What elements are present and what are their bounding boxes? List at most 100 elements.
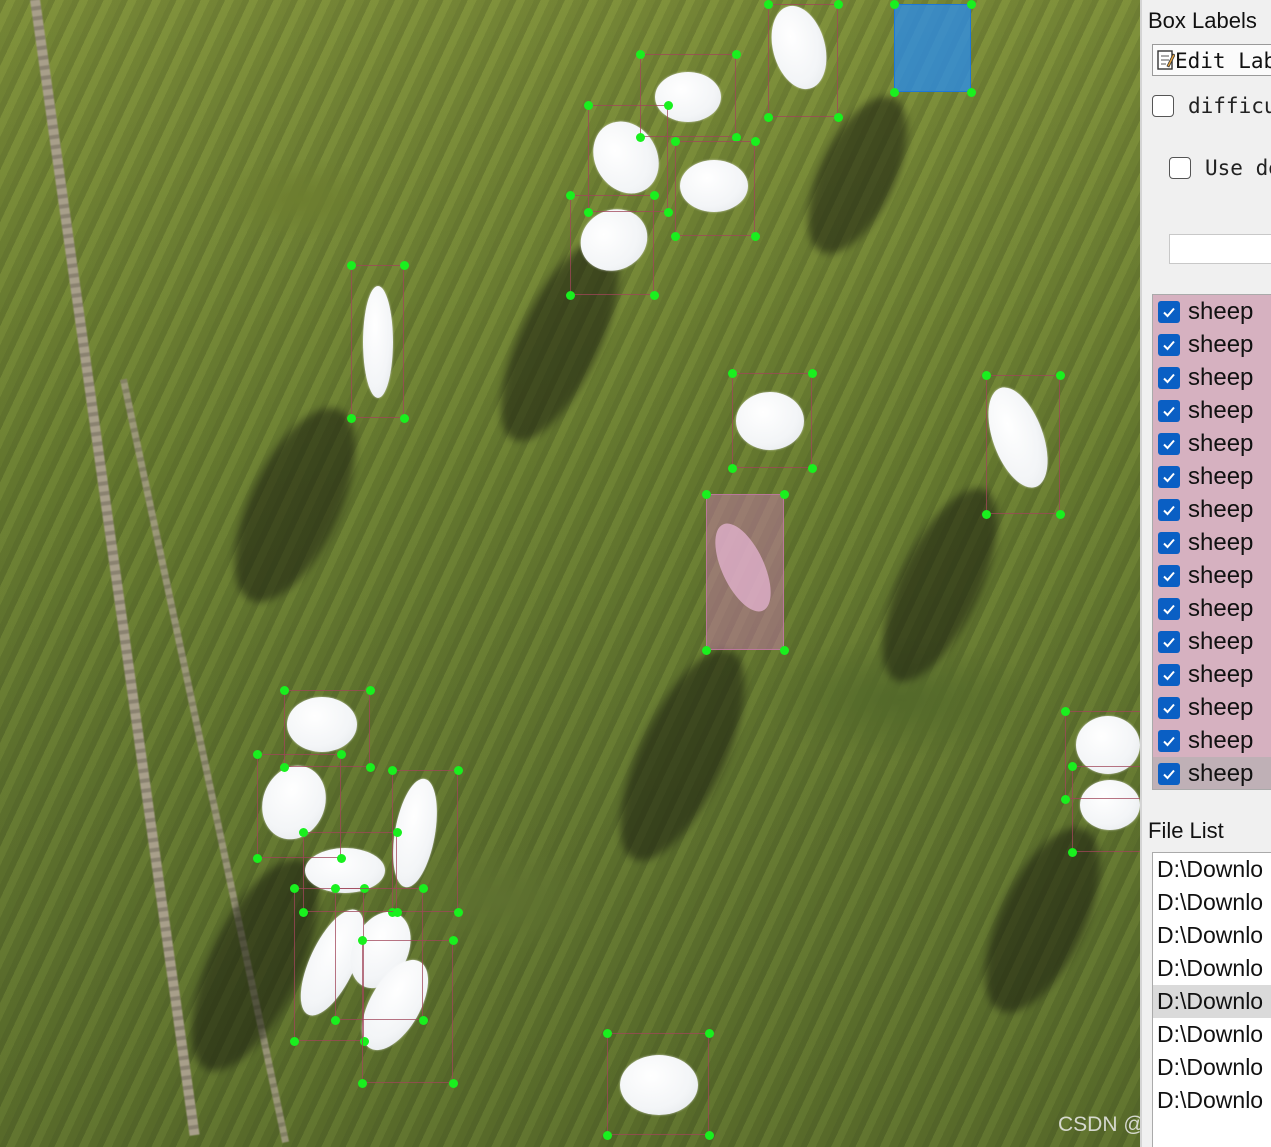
file-list-item[interactable]: D:\Downlo <box>1153 952 1271 985</box>
label-list-item[interactable]: sheep <box>1153 592 1271 625</box>
checkbox-checked-icon[interactable] <box>1158 498 1180 521</box>
vertex-handle[interactable] <box>566 291 575 300</box>
vertex-handle[interactable] <box>705 1029 714 1038</box>
vertex-handle[interactable] <box>1061 795 1070 804</box>
checkbox-checked-icon[interactable] <box>1158 432 1180 455</box>
vertex-handle[interactable] <box>808 464 817 473</box>
vertex-handle[interactable] <box>702 646 711 655</box>
checkbox-checked-icon[interactable] <box>1158 696 1180 719</box>
checkbox-checked-icon[interactable] <box>1158 663 1180 686</box>
vertex-handle[interactable] <box>671 137 680 146</box>
vertex-handle[interactable] <box>780 490 789 499</box>
vertex-handle[interactable] <box>808 369 817 378</box>
vertex-handle[interactable] <box>449 1079 458 1088</box>
file-list-item[interactable]: D:\Downlo <box>1153 853 1271 886</box>
vertex-handle[interactable] <box>732 50 741 59</box>
vertex-handle[interactable] <box>664 101 673 110</box>
vertex-handle[interactable] <box>454 766 463 775</box>
vertex-handle[interactable] <box>299 828 308 837</box>
bounding-box[interactable] <box>362 940 453 1083</box>
checkbox-checked-icon[interactable] <box>1158 366 1180 389</box>
checkbox-checked-icon[interactable] <box>1158 630 1180 653</box>
vertex-handle[interactable] <box>834 0 843 9</box>
vertex-handle[interactable] <box>671 232 680 241</box>
label-list-item[interactable]: sheep <box>1153 691 1271 724</box>
bounding-box[interactable] <box>675 141 755 236</box>
vertex-handle[interactable] <box>664 208 673 217</box>
vertex-handle[interactable] <box>366 686 375 695</box>
label-list-item[interactable]: sheep <box>1153 658 1271 691</box>
file-list-item[interactable]: D:\Downlo <box>1153 1051 1271 1084</box>
vertex-handle[interactable] <box>1068 762 1077 771</box>
file-list[interactable]: D:\Downlo D:\Downlo D:\Downlo D:\Downlo D:\D… <box>1152 852 1271 1147</box>
label-list[interactable]: sheep sheep sheep sheep sheep sheep sheep sheep… <box>1152 294 1271 790</box>
vertex-handle[interactable] <box>280 686 289 695</box>
vertex-handle[interactable] <box>890 0 899 9</box>
checkbox-checked-icon[interactable] <box>1158 762 1180 785</box>
vertex-handle[interactable] <box>764 0 773 9</box>
vertex-handle[interactable] <box>358 1079 367 1088</box>
vertex-handle[interactable] <box>764 113 773 122</box>
edit-label-button[interactable]: Edit Lab <box>1152 44 1271 76</box>
label-list-item[interactable]: sheep <box>1153 526 1271 559</box>
label-list-item[interactable]: sheep <box>1153 427 1271 460</box>
label-list-item[interactable]: sheep <box>1153 625 1271 658</box>
checkbox-checked-icon[interactable] <box>1158 465 1180 488</box>
vertex-handle[interactable] <box>890 88 899 97</box>
vertex-handle[interactable] <box>331 1016 340 1025</box>
vertex-handle[interactable] <box>253 854 262 863</box>
label-list-item[interactable]: sheep <box>1153 559 1271 592</box>
vertex-handle[interactable] <box>728 464 737 473</box>
vertex-handle[interactable] <box>347 414 356 423</box>
label-list-item[interactable]: sheep <box>1153 295 1271 328</box>
bounding-box[interactable] <box>768 4 838 117</box>
file-list-item[interactable]: D:\Downlo <box>1153 886 1271 919</box>
vertex-handle[interactable] <box>566 191 575 200</box>
selected-bounding-box[interactable] <box>894 4 971 92</box>
vertex-handle[interactable] <box>290 884 299 893</box>
vertex-handle[interactable] <box>331 884 340 893</box>
bounding-box[interactable] <box>351 265 404 418</box>
vertex-handle[interactable] <box>454 908 463 917</box>
label-list-item[interactable]: sheep <box>1153 724 1271 757</box>
bounding-box[interactable] <box>607 1033 709 1135</box>
bounding-box[interactable] <box>732 373 812 468</box>
vertex-handle[interactable] <box>967 0 976 9</box>
checkbox-checked-icon[interactable] <box>1158 564 1180 587</box>
vertex-handle[interactable] <box>388 766 397 775</box>
checkbox-checked-icon[interactable] <box>1158 531 1180 554</box>
vertex-handle[interactable] <box>780 646 789 655</box>
vertex-handle[interactable] <box>366 763 375 772</box>
vertex-handle[interactable] <box>584 101 593 110</box>
vertex-handle[interactable] <box>449 936 458 945</box>
vertex-handle[interactable] <box>1056 510 1065 519</box>
vertex-handle[interactable] <box>400 261 409 270</box>
vertex-handle[interactable] <box>636 50 645 59</box>
vertex-handle[interactable] <box>982 510 991 519</box>
image-canvas[interactable]: CSDN @王哈哈^_^ <box>0 0 1140 1147</box>
vertex-handle[interactable] <box>253 750 262 759</box>
label-list-item[interactable]: sheep <box>1153 394 1271 427</box>
checkbox-checked-icon[interactable] <box>1158 597 1180 620</box>
label-list-item[interactable]: sheep <box>1153 361 1271 394</box>
file-list-item[interactable]: D:\Downlo <box>1153 985 1271 1018</box>
vertex-handle[interactable] <box>751 137 760 146</box>
checkbox-checked-icon[interactable] <box>1158 333 1180 356</box>
checkbox-checked-icon[interactable] <box>1158 729 1180 752</box>
vertex-handle[interactable] <box>650 291 659 300</box>
use-default-label-checkbox[interactable] <box>1169 157 1191 179</box>
bounding-box[interactable] <box>986 375 1060 514</box>
vertex-handle[interactable] <box>751 232 760 241</box>
vertex-handle[interactable] <box>393 828 402 837</box>
file-list-item[interactable]: D:\Downlo <box>1153 1084 1271 1117</box>
label-list-item[interactable]: sheep <box>1153 328 1271 361</box>
checkbox-checked-icon[interactable] <box>1158 300 1180 323</box>
label-list-item[interactable]: sheep <box>1153 757 1271 789</box>
vertex-handle[interactable] <box>967 88 976 97</box>
file-list-item[interactable]: D:\Downlo <box>1153 919 1271 952</box>
label-list-item[interactable]: sheep <box>1153 460 1271 493</box>
vertex-handle[interactable] <box>1061 707 1070 716</box>
vertex-handle[interactable] <box>702 490 711 499</box>
checkbox-checked-icon[interactable] <box>1158 399 1180 422</box>
vertex-handle[interactable] <box>650 191 659 200</box>
